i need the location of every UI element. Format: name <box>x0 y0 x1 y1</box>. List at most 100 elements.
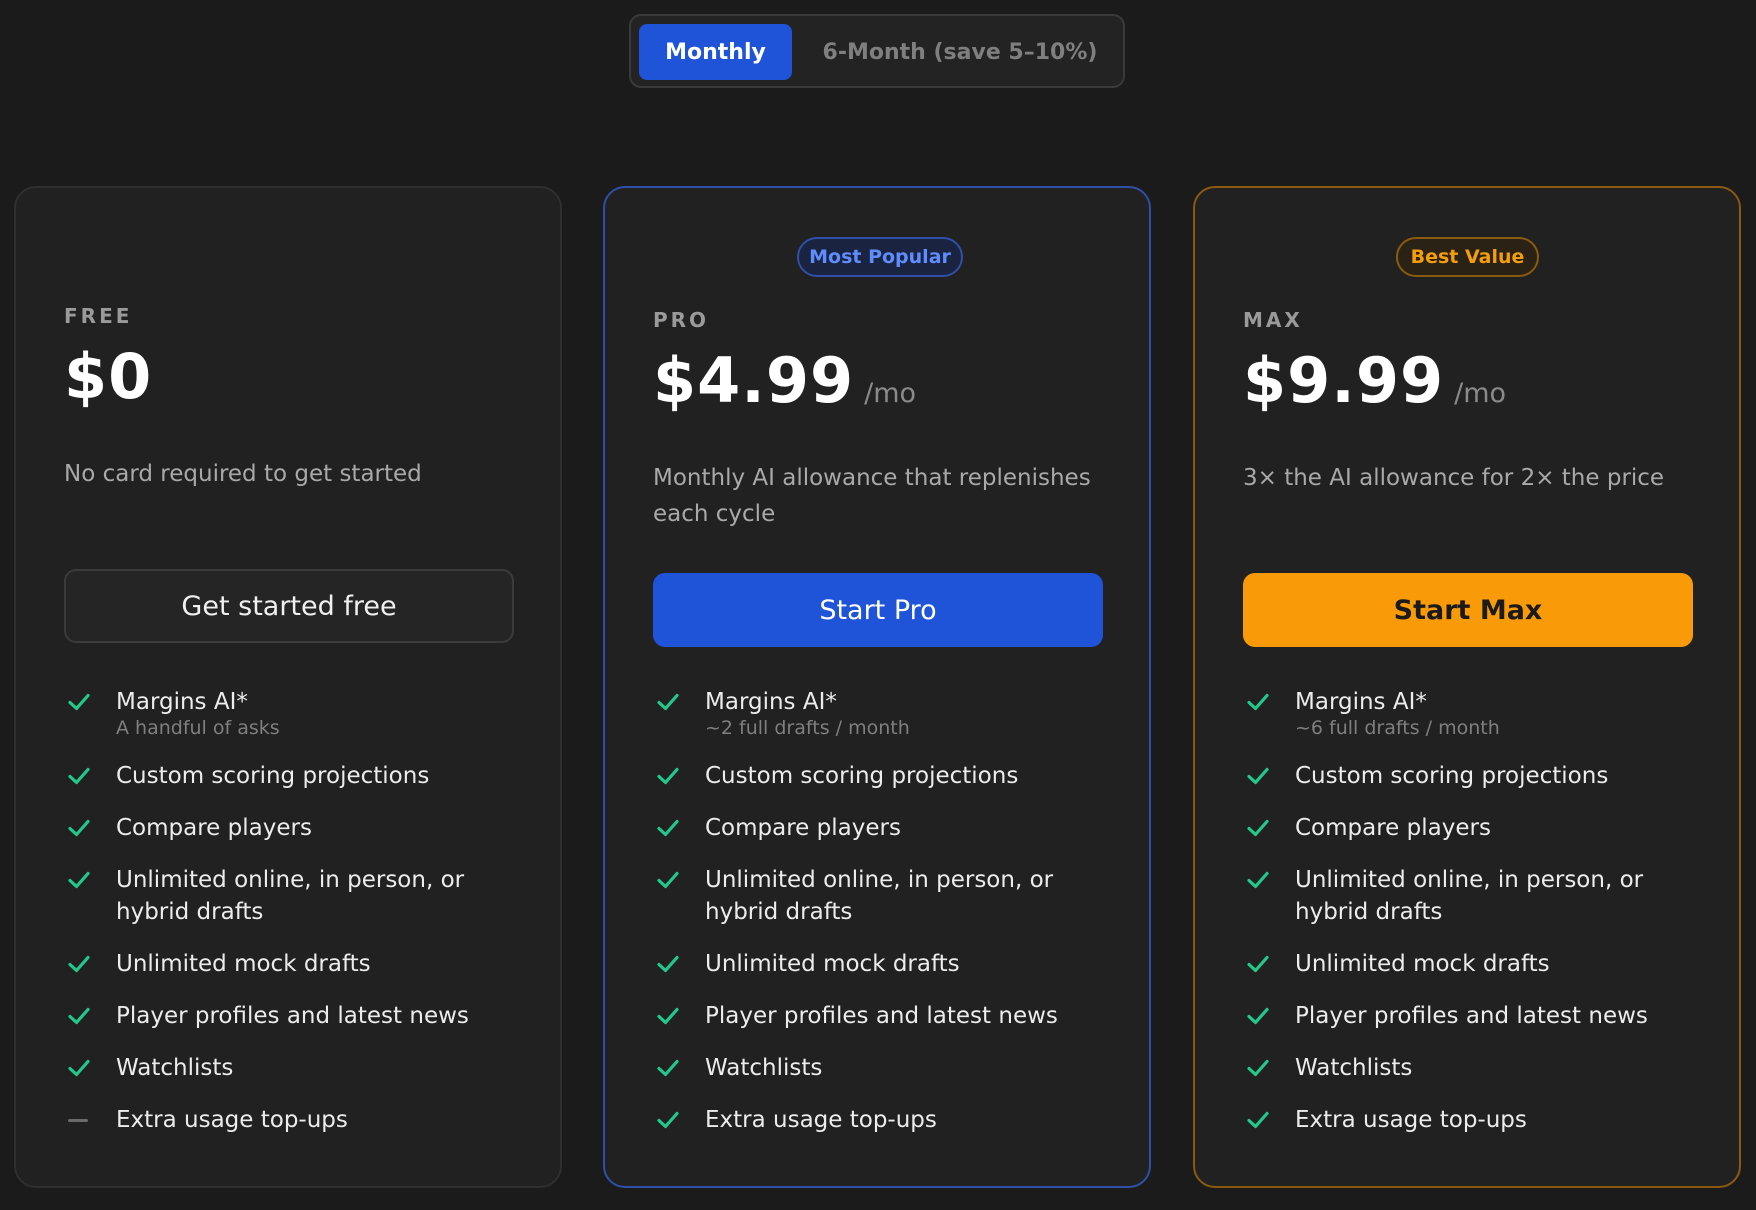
check-icon <box>68 767 90 785</box>
feature-item: Custom scoring projections <box>64 760 534 792</box>
feature-label: Compare players <box>705 815 901 841</box>
feature-label: Watchlists <box>705 1055 823 1081</box>
plan-price: $4.99 <box>653 344 855 417</box>
feature-sublabel: ~2 full drafts / month <box>705 717 910 739</box>
check-icon <box>657 819 679 837</box>
plan-description: Monthly AI allowance that replenishes ea… <box>653 465 1091 527</box>
feature-item: Player profiles and latest news <box>1243 1000 1713 1032</box>
plan-description: No card required to get started <box>64 461 422 487</box>
feature-item: Custom scoring projections <box>1243 760 1713 792</box>
check-icon <box>68 693 90 711</box>
feature-item: Margins AI* ~2 full drafts / month <box>653 686 1123 740</box>
price-row: $0 <box>64 340 152 413</box>
feature-item: Extra usage top-ups <box>653 1104 1123 1136</box>
feature-label: Unlimited online, in person, or hybrid d… <box>705 867 1054 925</box>
get-started-free-button[interactable]: Get started free <box>64 569 514 643</box>
feature-label: Watchlists <box>116 1055 234 1081</box>
feature-label: Player profiles and latest news <box>1295 1003 1648 1029</box>
feature-label: Custom scoring projections <box>116 763 430 789</box>
check-icon <box>68 819 90 837</box>
check-icon <box>657 1007 679 1025</box>
feature-label: Player profiles and latest news <box>116 1003 469 1029</box>
feature-label: Margins AI* <box>1295 689 1427 715</box>
check-icon <box>1247 1007 1269 1025</box>
feature-label: Custom scoring projections <box>1295 763 1609 789</box>
start-pro-button[interactable]: Start Pro <box>653 573 1103 647</box>
check-icon <box>657 1111 679 1129</box>
plan-tier: MAX <box>1243 308 1303 332</box>
feature-item: Unlimited online, in person, or hybrid d… <box>64 864 534 928</box>
price-row: $4.99 /mo <box>653 344 916 417</box>
feature-item: Margins AI* ~6 full drafts / month <box>1243 686 1713 740</box>
plan-period: /mo <box>864 378 917 409</box>
check-icon <box>657 693 679 711</box>
feature-item: Compare players <box>64 812 534 844</box>
plan-price: $0 <box>64 340 153 413</box>
check-icon <box>1247 767 1269 785</box>
best-value-badge: Best Value <box>1396 237 1539 277</box>
check-icon <box>68 1059 90 1077</box>
feature-item: Custom scoring projections <box>653 760 1123 792</box>
plan-card-max: Best Value MAX $9.99 /mo 3× the AI allow… <box>1193 186 1741 1188</box>
feature-label: Unlimited online, in person, or hybrid d… <box>1295 867 1644 925</box>
most-popular-badge: Most Popular <box>797 237 963 277</box>
billing-period-toggle: Monthly 6-Month (save 5–10%) <box>629 14 1125 88</box>
feature-item: Compare players <box>653 812 1123 844</box>
feature-list: Margins AI* ~2 full drafts / month Custom … <box>653 686 1123 1156</box>
feature-item: Player profiles and latest news <box>653 1000 1123 1032</box>
feature-label: Margins AI* <box>705 689 837 715</box>
start-max-button[interactable]: Start Max <box>1243 573 1693 647</box>
check-icon <box>1247 1111 1269 1129</box>
check-icon <box>657 1059 679 1077</box>
feature-label: Player profiles and latest news <box>705 1003 1058 1029</box>
plan-description: 3× the AI allowance for 2× the price <box>1243 465 1665 491</box>
feature-item: Unlimited mock drafts <box>64 948 534 980</box>
plan-tier: PRO <box>653 308 710 332</box>
check-icon <box>657 871 679 889</box>
feature-label: Unlimited mock drafts <box>705 951 960 977</box>
plan-card-free: FREE $0 No card required to get started … <box>14 186 562 1188</box>
check-icon <box>657 767 679 785</box>
monthly-option[interactable]: Monthly <box>639 24 792 80</box>
check-icon <box>1247 955 1269 973</box>
feature-label: Margins AI* <box>116 689 248 715</box>
feature-item: Extra usage top-ups <box>1243 1104 1713 1136</box>
feature-item: Compare players <box>1243 812 1713 844</box>
check-icon <box>657 955 679 973</box>
feature-label: Unlimited mock drafts <box>1295 951 1550 977</box>
check-icon <box>1247 871 1269 889</box>
feature-sublabel: A handful of asks <box>116 717 280 739</box>
feature-item: Margins AI* A handful of asks <box>64 686 534 740</box>
feature-item: Watchlists <box>64 1052 534 1084</box>
dash-icon <box>68 1119 88 1122</box>
plan-tier: FREE <box>64 304 133 328</box>
feature-label: Extra usage top-ups <box>1295 1107 1527 1133</box>
check-icon <box>68 955 90 973</box>
feature-item: Unlimited online, in person, or hybrid d… <box>1243 864 1713 928</box>
plan-price: $9.99 <box>1243 344 1445 417</box>
feature-item: Watchlists <box>653 1052 1123 1084</box>
feature-list: Margins AI* ~6 full drafts / month Custom … <box>1243 686 1713 1156</box>
check-icon <box>1247 1059 1269 1077</box>
plan-card-pro: Most Popular PRO $4.99 /mo Monthly AI al… <box>603 186 1151 1188</box>
check-icon <box>68 871 90 889</box>
feature-item: Watchlists <box>1243 1052 1713 1084</box>
feature-label: Unlimited mock drafts <box>116 951 371 977</box>
feature-item: Player profiles and latest news <box>64 1000 534 1032</box>
check-icon <box>1247 819 1269 837</box>
feature-item: Unlimited mock drafts <box>653 948 1123 980</box>
feature-label: Extra usage top-ups <box>705 1107 937 1133</box>
feature-list: Margins AI* A handful of asks Custom scori… <box>64 686 534 1156</box>
feature-label: Extra usage top-ups <box>116 1107 348 1133</box>
feature-label: Compare players <box>1295 815 1491 841</box>
check-icon <box>1247 693 1269 711</box>
feature-item: Extra usage top-ups <box>64 1104 534 1136</box>
feature-sublabel: ~6 full drafts / month <box>1295 717 1500 739</box>
feature-label: Unlimited online, in person, or hybrid d… <box>116 867 465 925</box>
six-month-option[interactable]: 6-Month (save 5–10%) <box>801 24 1119 80</box>
check-icon <box>68 1007 90 1025</box>
price-row: $9.99 /mo <box>1243 344 1506 417</box>
feature-item: Unlimited online, in person, or hybrid d… <box>653 864 1123 928</box>
feature-label: Compare players <box>116 815 312 841</box>
feature-label: Custom scoring projections <box>705 763 1019 789</box>
